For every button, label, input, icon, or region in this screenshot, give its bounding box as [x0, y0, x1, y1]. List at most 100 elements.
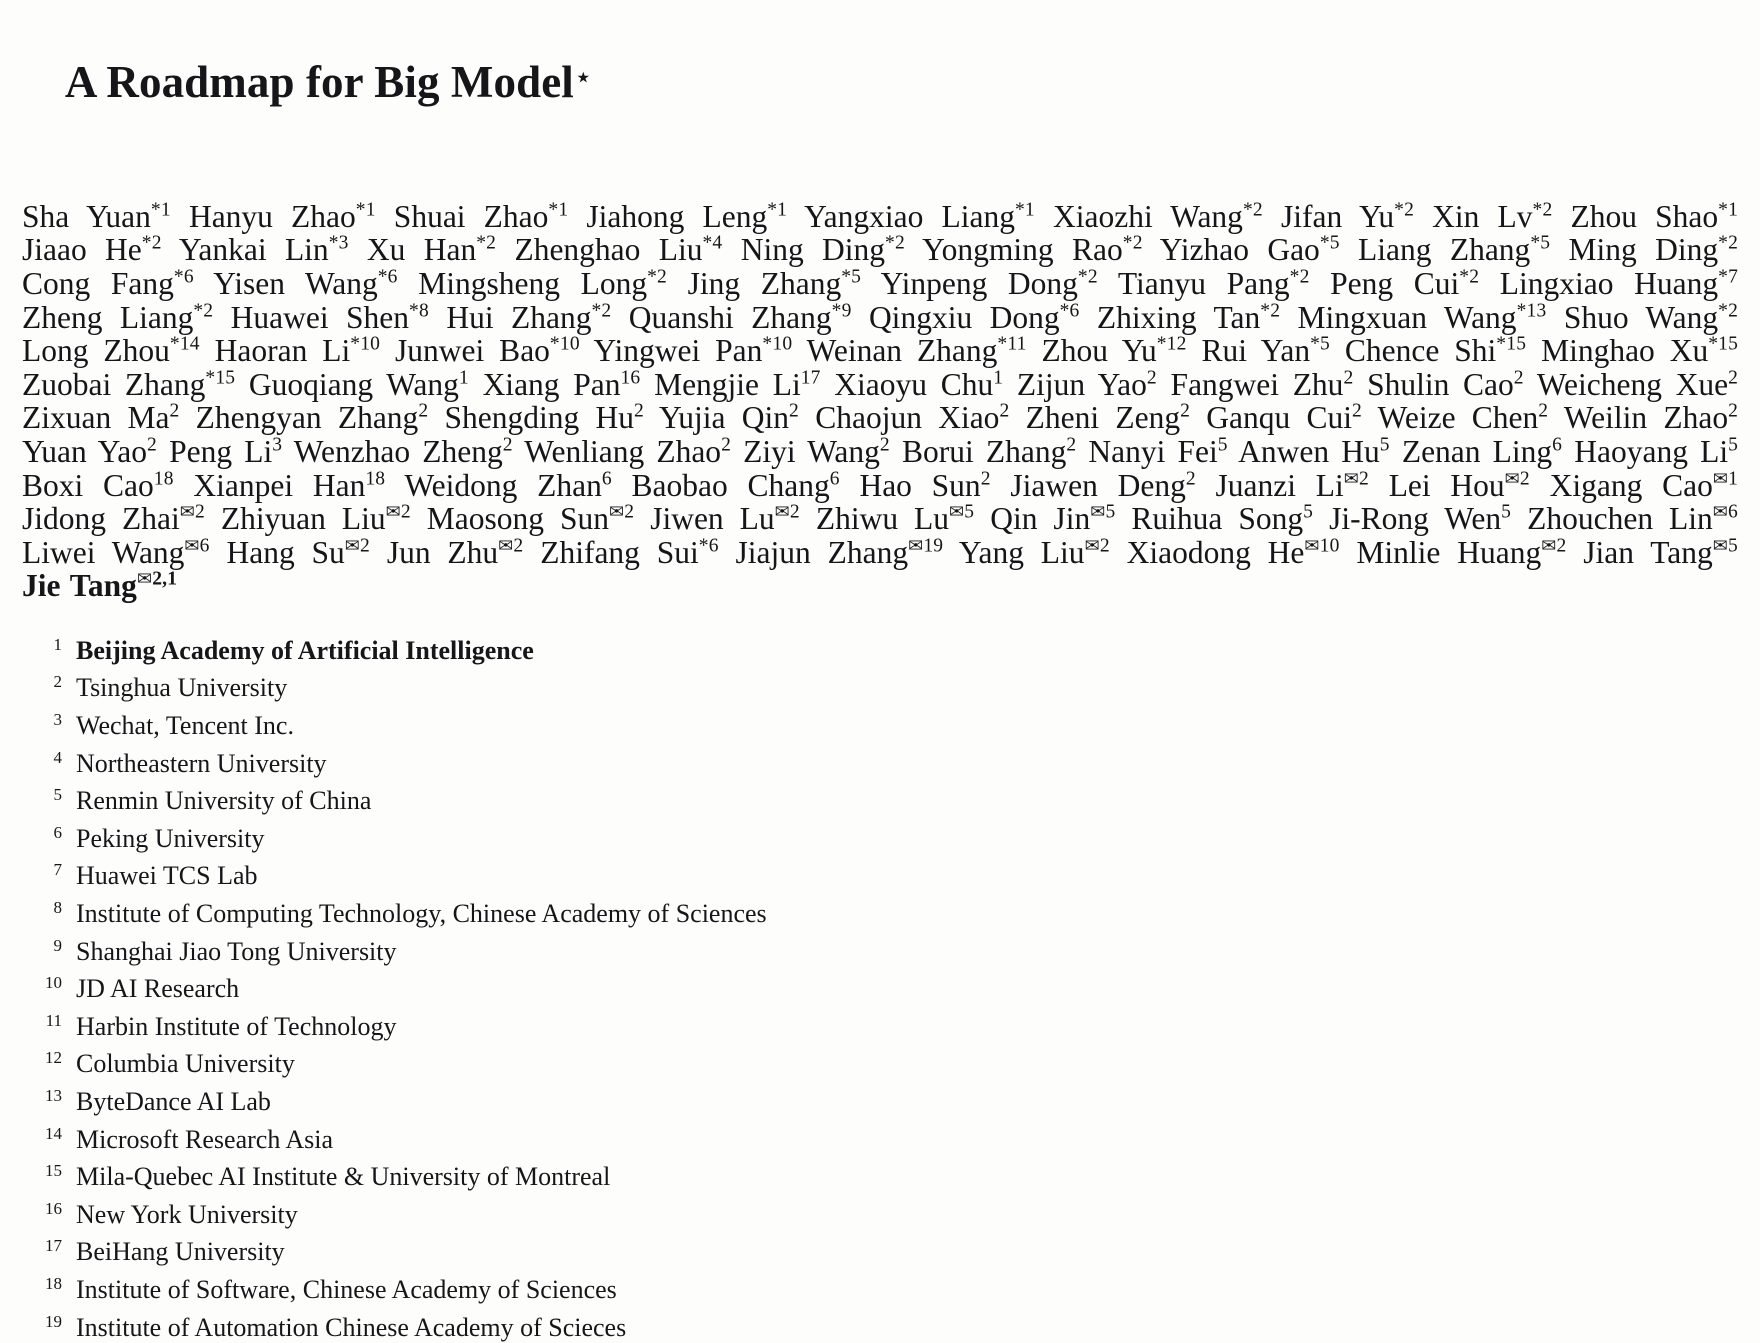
author-label: Zhou Yu [1041, 333, 1157, 369]
author-affiliation-marker: ✉2 [179, 501, 205, 523]
author-list: Sha Yuan*1 Hanyu Zhao*1 Shuai Zhao*1 Jia… [22, 198, 1739, 604]
author-name: Yisen Wang*6 [213, 266, 397, 301]
affiliation-name: BeiHang University [76, 1237, 285, 1267]
author-name: Lei Hou✉2 [1389, 468, 1530, 503]
author-affiliation-marker: 5 [1728, 434, 1739, 456]
author-affiliation-marker: *1 [355, 199, 376, 221]
author-affiliation-marker: *2 [647, 266, 668, 288]
author-name: Liang Zhang*5 [1358, 232, 1550, 267]
author-affiliation-marker: 2 [1180, 400, 1191, 422]
author-affiliation-marker: 2 [418, 400, 429, 422]
author-label: Zhiwu Lu [815, 501, 950, 537]
author-name: Zheng Liang*2 [22, 300, 213, 335]
author-affiliation-marker: *15 [205, 367, 236, 389]
author-name: Anwen Hu5 [1238, 434, 1390, 469]
author-affiliation-marker: 6 [1552, 434, 1563, 456]
author-name: Ruihua Song5 [1131, 501, 1313, 536]
author-label: Zheng Liang [22, 299, 194, 335]
author-name: Long Zhou*14 [22, 333, 200, 368]
author-label: Minghao Xu [1541, 333, 1709, 369]
affiliation-name: Huawei TCS Lab [76, 861, 258, 891]
affiliation-number: 14 [45, 1123, 62, 1143]
author-affiliation-marker: ✉2 [1541, 535, 1567, 557]
affiliation-number: 9 [53, 935, 63, 955]
author-affiliation-marker: 2 [721, 434, 732, 456]
author-affiliation-marker: *2 [1532, 199, 1553, 221]
author-affiliation-marker: *6 [173, 266, 194, 288]
affiliation-number: 2 [53, 672, 63, 692]
author-affiliation-marker: ✉2,1 [136, 568, 178, 590]
author-affiliation-marker: *1 [1718, 199, 1739, 221]
author-label: Yuan Yao [22, 433, 148, 469]
author-name: Weize Chen2 [1378, 400, 1549, 435]
author-name: Jiaao He*2 [22, 232, 162, 267]
author-name: Zixuan Ma2 [22, 400, 179, 435]
envelope-icon: ✉ [1712, 535, 1729, 557]
author-label: Zuobai Zhang [22, 366, 206, 402]
author-label: Jiaao He [22, 232, 142, 268]
author-affiliation-marker: *11 [997, 333, 1027, 355]
author-affiliation-marker: 5 [1217, 434, 1228, 456]
author-name: Zhiyuan Liu✉2 [221, 501, 411, 536]
affiliation-name: Institute of Automation Chinese Academy … [76, 1312, 627, 1342]
author-affiliation-marker: *2 [141, 232, 162, 254]
author-name: Minlie Huang✉2 [1356, 535, 1566, 570]
envelope-icon: ✉ [1090, 501, 1106, 523]
author-affiliation-marker: 2 [1728, 400, 1739, 422]
author-affiliation-marker: ✉5 [1090, 501, 1116, 523]
author-label: Zhouchen Lin [1527, 501, 1713, 537]
author-label: Huawei Shen [230, 299, 410, 335]
affiliation-number: 5 [53, 785, 63, 805]
author-label: Wenzhao Zheng [293, 433, 503, 469]
author-name: Zheni Zeng2 [1026, 400, 1190, 435]
author-name: Weilin Zhao2 [1564, 400, 1738, 435]
author-name: Xiaodong He✉10 [1127, 535, 1340, 570]
author-affiliation-marker: *1 [1014, 199, 1035, 221]
author-label: Lei Hou [1388, 467, 1505, 503]
author-name: Junwei Bao*10 [395, 333, 580, 368]
envelope-icon: ✉ [1304, 535, 1320, 557]
author-name: Zuobai Zhang*15 [22, 367, 235, 402]
author-label: Shuai Zhao [393, 198, 549, 234]
author-label: Yongming Rao [922, 232, 1123, 268]
author-label: Jie Tang [22, 568, 137, 604]
affiliation-number: 1 [53, 634, 63, 654]
author-affiliation-marker: *2 [476, 232, 497, 254]
author-affiliation-marker: *13 [1516, 300, 1547, 322]
author-label: Mingsheng Long [418, 265, 648, 301]
author-affiliation-marker: *10 [549, 333, 580, 355]
affiliation-number: 15 [45, 1161, 62, 1181]
author-affiliation-marker: *6 [377, 266, 398, 288]
author-label: Zheni Zeng [1025, 400, 1181, 436]
author-affiliation-marker: *5 [841, 266, 862, 288]
author-name: Ning Ding*2 [741, 232, 905, 267]
author-name: Xin Lv*2 [1432, 199, 1552, 234]
author-name: Guoqiang Wang1 [249, 367, 469, 402]
author-label: Cong Fang [22, 265, 174, 301]
author-label: Minlie Huang [1356, 534, 1542, 570]
author-name: Haoyang Li5 [1574, 434, 1738, 469]
author-affiliation-marker: *12 [1156, 333, 1187, 355]
author-label: Jiawen Deng [1010, 467, 1186, 503]
author-affiliation-marker: *2 [1718, 232, 1739, 254]
author-label: Qin Jin [990, 501, 1091, 537]
author-name: Yang Liu✉2 [959, 535, 1110, 570]
affiliation-number: 12 [45, 1048, 62, 1068]
author-affiliation-marker: 2 [1513, 367, 1524, 389]
affiliation-number: 8 [53, 898, 63, 918]
author-label: Xiaozhi Wang [1053, 198, 1243, 234]
author-name: Jiwen Lu✉2 [650, 501, 800, 536]
author-name: Wenzhao Zheng2 [294, 434, 513, 469]
author-label: Ming Ding [1568, 232, 1719, 268]
author-label: Jun Zhu [386, 534, 499, 570]
author-affiliation-marker: 2 [147, 434, 157, 456]
author-label: Juanzi Li [1215, 467, 1344, 503]
author-name: Lingxiao Huang*7 [1500, 266, 1738, 301]
affiliation-number: 10 [45, 973, 62, 993]
author-label: Jidong Zhai [22, 501, 180, 537]
author-label: Xu Han [366, 232, 477, 268]
author-label: Hang Su [226, 534, 345, 570]
author-label: Sha Yuan [22, 198, 151, 234]
affiliation-name: Beijing Academy of Artificial Intelligen… [76, 635, 534, 665]
author-label: Yingwei Pan [593, 333, 763, 369]
